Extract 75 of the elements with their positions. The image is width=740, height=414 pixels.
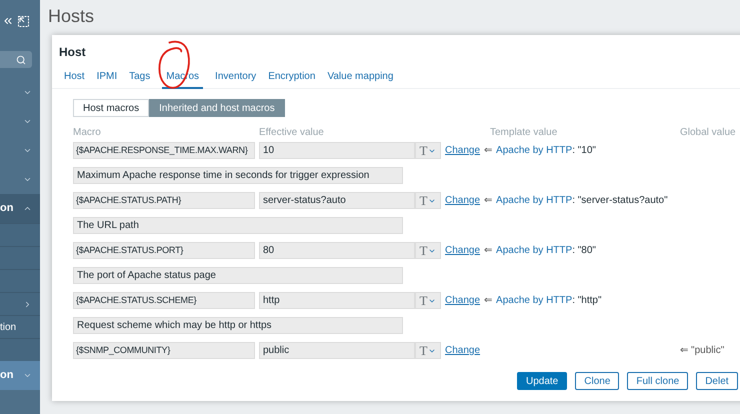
sidebar-subitem[interactable] (0, 246, 40, 269)
collapse-icon[interactable] (2, 15, 14, 27)
template-value: : "10" (572, 144, 596, 158)
tab[interactable]: Value mapping (327, 66, 394, 88)
macro-field[interactable]: {$APACHE.STATUS.PORT} (73, 242, 255, 259)
sidebar-subitem[interactable] (0, 292, 40, 315)
macro-field[interactable]: {$SNMP_COMMUNITY} (73, 342, 255, 359)
template-value: : "server-status?auto" (572, 194, 668, 208)
chevron-down-icon (23, 175, 32, 184)
inherit-arrow: ⇐ (484, 294, 492, 308)
template-link[interactable]: Apache by HTTP (496, 293, 572, 308)
change-link[interactable]: Change (445, 293, 480, 308)
macro-field[interactable]: {$APACHE.RESPONSE_TIME.MAX.WARN} (73, 142, 255, 159)
value-field[interactable]: server-status?auto (259, 192, 415, 209)
action-button[interactable]: Delet (696, 372, 738, 390)
inherit-arrow: ⇐ (484, 194, 492, 208)
page-title: Hosts (48, 5, 96, 28)
column-header: Global value (680, 126, 736, 140)
type-select[interactable]: T (415, 342, 441, 359)
change-link[interactable]: Change (445, 243, 480, 258)
sidebar-subitem[interactable] (0, 269, 40, 292)
chevron-right-icon (23, 300, 32, 308)
column-header: Effective value (259, 126, 325, 140)
macro-field[interactable]: {$APACHE.STATUS.PATH} (73, 192, 255, 209)
description-field[interactable]: The port of Apache status page (73, 267, 403, 284)
column-header: Template value (490, 126, 558, 140)
sidebar-subitem[interactable] (0, 223, 40, 246)
column-header: Macro (73, 126, 102, 140)
inherit-arrow: ⇐ (484, 244, 492, 258)
tab[interactable]: Encryption (268, 66, 316, 88)
change-link[interactable]: Change (445, 193, 480, 208)
search-field[interactable] (0, 51, 32, 68)
global-value: "public" (691, 344, 724, 358)
expand-icon[interactable] (18, 16, 29, 26)
type-select[interactable]: T (415, 242, 441, 259)
description-field[interactable]: Request scheme which may be http or https (73, 317, 403, 334)
type-select[interactable]: T (415, 292, 441, 309)
chevron-up-icon (23, 204, 32, 213)
tab[interactable]: Inventory (215, 66, 256, 88)
value-field[interactable]: 80 (259, 242, 415, 259)
sidebar-item[interactable]: on (0, 361, 40, 390)
action-button[interactable]: Full clone (627, 372, 688, 390)
sidebar-subitem[interactable]: tion (0, 315, 40, 338)
action-button[interactable]: Clone (575, 372, 620, 390)
chevron-down-icon (23, 146, 32, 155)
tab[interactable]: IPMI (96, 66, 118, 88)
macro-field[interactable]: {$APACHE.STATUS.SCHEME} (73, 292, 255, 309)
dialog-title: Host (59, 44, 86, 61)
type-select[interactable]: T (415, 192, 441, 209)
value-field[interactable]: http (259, 292, 415, 309)
template-value: : "http" (572, 294, 602, 308)
tab[interactable]: Host (64, 66, 85, 88)
template-link[interactable]: Apache by HTTP (496, 193, 572, 208)
inherit-arrow: ⇐ (484, 144, 492, 158)
search-icon (16, 54, 26, 64)
description-field[interactable]: The URL path (73, 217, 403, 234)
macro-mode-toggle[interactable]: Host macros (73, 99, 150, 117)
template-value: : "80" (572, 244, 596, 258)
chevron-down-icon (23, 371, 32, 380)
chevron-down-icon (23, 88, 32, 97)
chevron-down-icon (23, 117, 32, 126)
value-field[interactable]: public (259, 342, 415, 359)
macro-mode-toggle[interactable]: Inherited and host macros (149, 99, 285, 117)
tab[interactable]: Tags (129, 66, 150, 88)
description-field[interactable]: Maximum Apache response time in seconds for trigger expression (73, 167, 403, 184)
action-button[interactable]: Update (517, 372, 568, 390)
inherit-arrow: ⇐ (680, 344, 688, 358)
value-field[interactable]: 10 (259, 142, 415, 159)
template-link[interactable]: Apache by HTTP (496, 243, 572, 258)
type-select[interactable]: T (415, 142, 441, 159)
template-link[interactable]: Apache by HTTP (496, 143, 572, 158)
sidebar-item[interactable]: on (0, 194, 40, 223)
sidebar-subitem[interactable] (0, 338, 40, 361)
change-link[interactable]: Change (445, 143, 480, 158)
change-link[interactable]: Change (445, 343, 480, 358)
